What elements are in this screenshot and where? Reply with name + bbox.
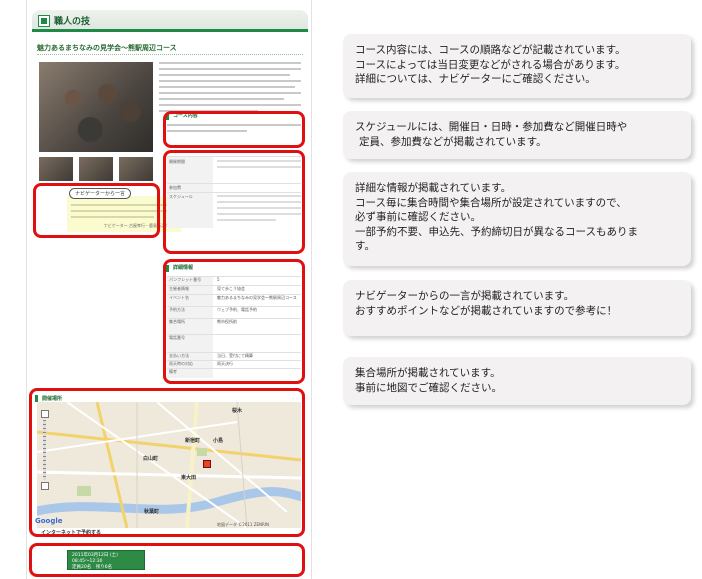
note-schedule: スケジュールには、開催日・日時・参加費など開催日時や 定員、参加費などが掲載され… [343,111,691,159]
highlight-meeting-place [29,388,305,537]
section-header: 職人の技 [32,10,308,32]
highlight-details [163,259,305,384]
course-title: 魅力あるまちなみの見学会〜熊駅周辺コース [37,44,177,52]
highlight-course-content [163,111,305,148]
course-photo [39,62,153,152]
note-meeting-place: 集合場所が掲載されています。 事前に地図でご確認ください。 [343,357,691,405]
note-details: 詳細な情報が掲載されています。 コース毎に集合時間や集合場所が設定されていますの… [343,172,691,266]
note-navigator: ナビゲーターからの一言が掲載されています。 おすすめポイントなどが掲載されていま… [343,280,691,336]
highlight-navigator-comment [33,183,160,238]
highlight-schedule [163,150,305,254]
divider [37,54,303,55]
photo-thumbnail[interactable] [79,157,113,181]
photo-thumbnail[interactable] [39,157,73,181]
photo-thumbnail[interactable] [119,157,153,181]
square-bullet-icon [38,15,50,27]
note-course-content: コース内容には、コースの順路などが記載されています。 コースによっては当日変更な… [343,34,691,98]
course-description [159,62,301,116]
section-title: 職人の技 [54,17,91,27]
highlight-booking [29,543,305,577]
